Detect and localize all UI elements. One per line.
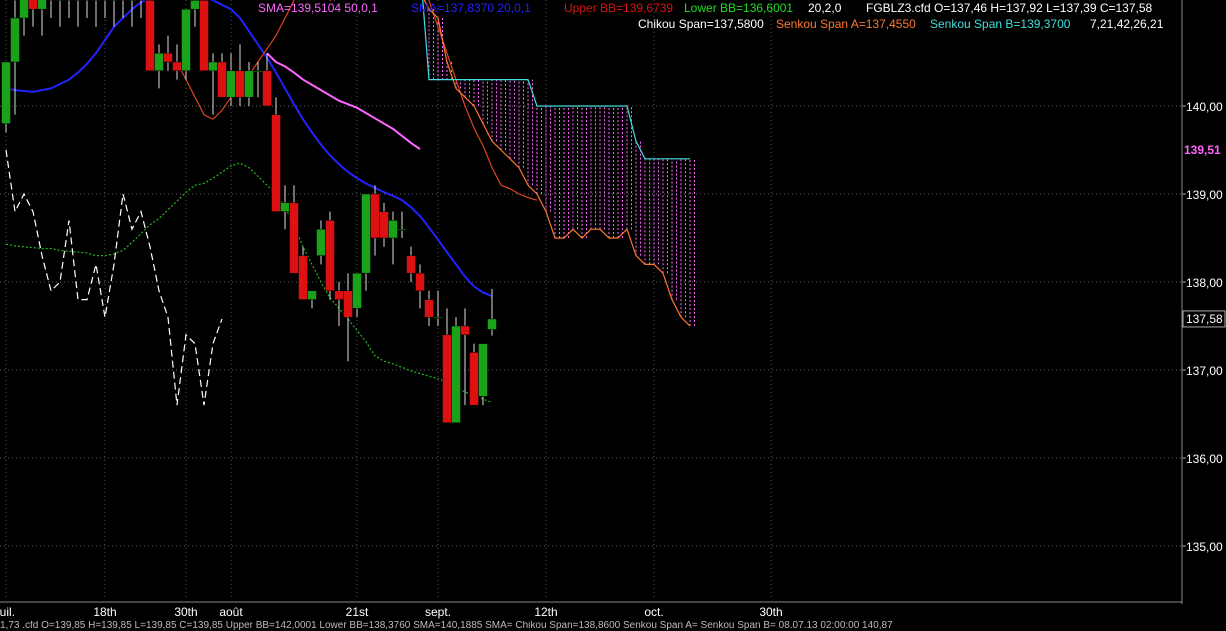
x-tick-label: 18th <box>93 605 116 619</box>
candle-body[interactable] <box>163 52 173 63</box>
x-tick-label: 30th <box>759 605 782 619</box>
candle-body[interactable] <box>190 0 200 10</box>
candle-body[interactable] <box>298 255 308 300</box>
x-tick-label: juil. <box>0 605 15 619</box>
candle-body[interactable] <box>253 70 263 73</box>
candle-body[interactable] <box>145 0 155 72</box>
candle-body[interactable] <box>478 343 488 397</box>
candle-body[interactable] <box>226 70 236 98</box>
y-tick-label: 139,00 <box>1186 188 1223 202</box>
candle-body[interactable] <box>460 325 470 336</box>
candle-body[interactable] <box>388 220 398 239</box>
y-tick-label: 140,00 <box>1186 100 1223 114</box>
candle-body[interactable] <box>361 193 371 274</box>
candle-body[interactable] <box>424 299 434 318</box>
x-tick-label: sept. <box>425 605 451 619</box>
candle-body[interactable] <box>19 0 29 19</box>
candle-body[interactable] <box>406 255 416 274</box>
x-tick-label: août <box>219 605 243 619</box>
candle-body[interactable] <box>208 61 218 72</box>
candle-body[interactable] <box>289 202 299 274</box>
candle-body[interactable] <box>271 114 281 212</box>
candle-body[interactable] <box>397 228 407 231</box>
candle-body[interactable] <box>154 52 164 72</box>
candle-body[interactable] <box>469 352 479 406</box>
legend-item: Senkou Span B=139,3700 <box>930 17 1071 31</box>
candle-body[interactable] <box>334 290 344 300</box>
legend-item: Senkou Span A=137,4550 <box>776 17 916 31</box>
candle-body[interactable] <box>28 0 38 10</box>
y-tick-label: 136,00 <box>1186 452 1223 466</box>
x-tick-label: oct. <box>644 605 663 619</box>
candle-body[interactable] <box>325 220 335 292</box>
candle-body[interactable] <box>181 8 191 72</box>
y-tick-label: 137,00 <box>1186 364 1223 378</box>
candle-body[interactable] <box>172 61 182 72</box>
candle-body[interactable] <box>244 70 254 98</box>
legend-item: SMA=139,5104 50,0,1 <box>258 1 378 15</box>
legend-item: FGBLZ3.cfd O=137,46 H=137,92 L=137,39 C=… <box>866 1 1153 15</box>
candle-body[interactable] <box>37 0 47 10</box>
candle-body[interactable] <box>1 61 11 124</box>
status-line: 1,73 .cfd O=139,85 H=139,85 L=139,85 C=1… <box>0 621 1226 631</box>
legend-item: SMA=137,8370 20,0,1 <box>411 1 531 15</box>
last-price-marker: 137,58 <box>1186 312 1223 326</box>
candle-body[interactable] <box>10 17 20 63</box>
legend-item: Upper BB=139,6739 <box>564 1 673 15</box>
candle-body[interactable] <box>262 70 272 107</box>
candle-body[interactable] <box>343 290 353 318</box>
candle-body[interactable] <box>280 202 290 212</box>
candle-body[interactable] <box>379 211 389 239</box>
x-tick-label: 30th <box>174 605 197 619</box>
legend-item: 7,21,42,26,21 <box>1090 17 1164 31</box>
candle-body[interactable] <box>442 334 452 424</box>
x-tick-label: 21st <box>346 605 369 619</box>
candle-body[interactable] <box>433 316 443 319</box>
candle-body[interactable] <box>235 70 245 98</box>
candle-body[interactable] <box>370 193 380 239</box>
candle-body[interactable] <box>217 61 227 98</box>
candle-body[interactable] <box>199 0 209 72</box>
candle-body[interactable] <box>487 318 497 330</box>
legend-item: Chikou Span=137,5800 <box>638 17 764 31</box>
sma50-price-marker: 139,51 <box>1184 143 1221 157</box>
y-tick-label: 135,00 <box>1186 540 1223 554</box>
y-tick-label: 138,00 <box>1186 276 1223 290</box>
candle-body[interactable] <box>316 228 326 256</box>
candlestick-chart[interactable]: 140,00 139,00 138,00 137,00 136,00 135,00 139,… <box>0 0 1226 621</box>
legend-item: Lower BB=136,6001 <box>684 1 793 15</box>
candle-body[interactable] <box>307 290 317 300</box>
candle-body[interactable] <box>415 272 425 292</box>
candle-body[interactable] <box>352 272 362 309</box>
candle-body[interactable] <box>451 325 461 424</box>
legend-item: 20,2,0 <box>808 1 842 15</box>
x-tick-label: 12th <box>534 605 557 619</box>
